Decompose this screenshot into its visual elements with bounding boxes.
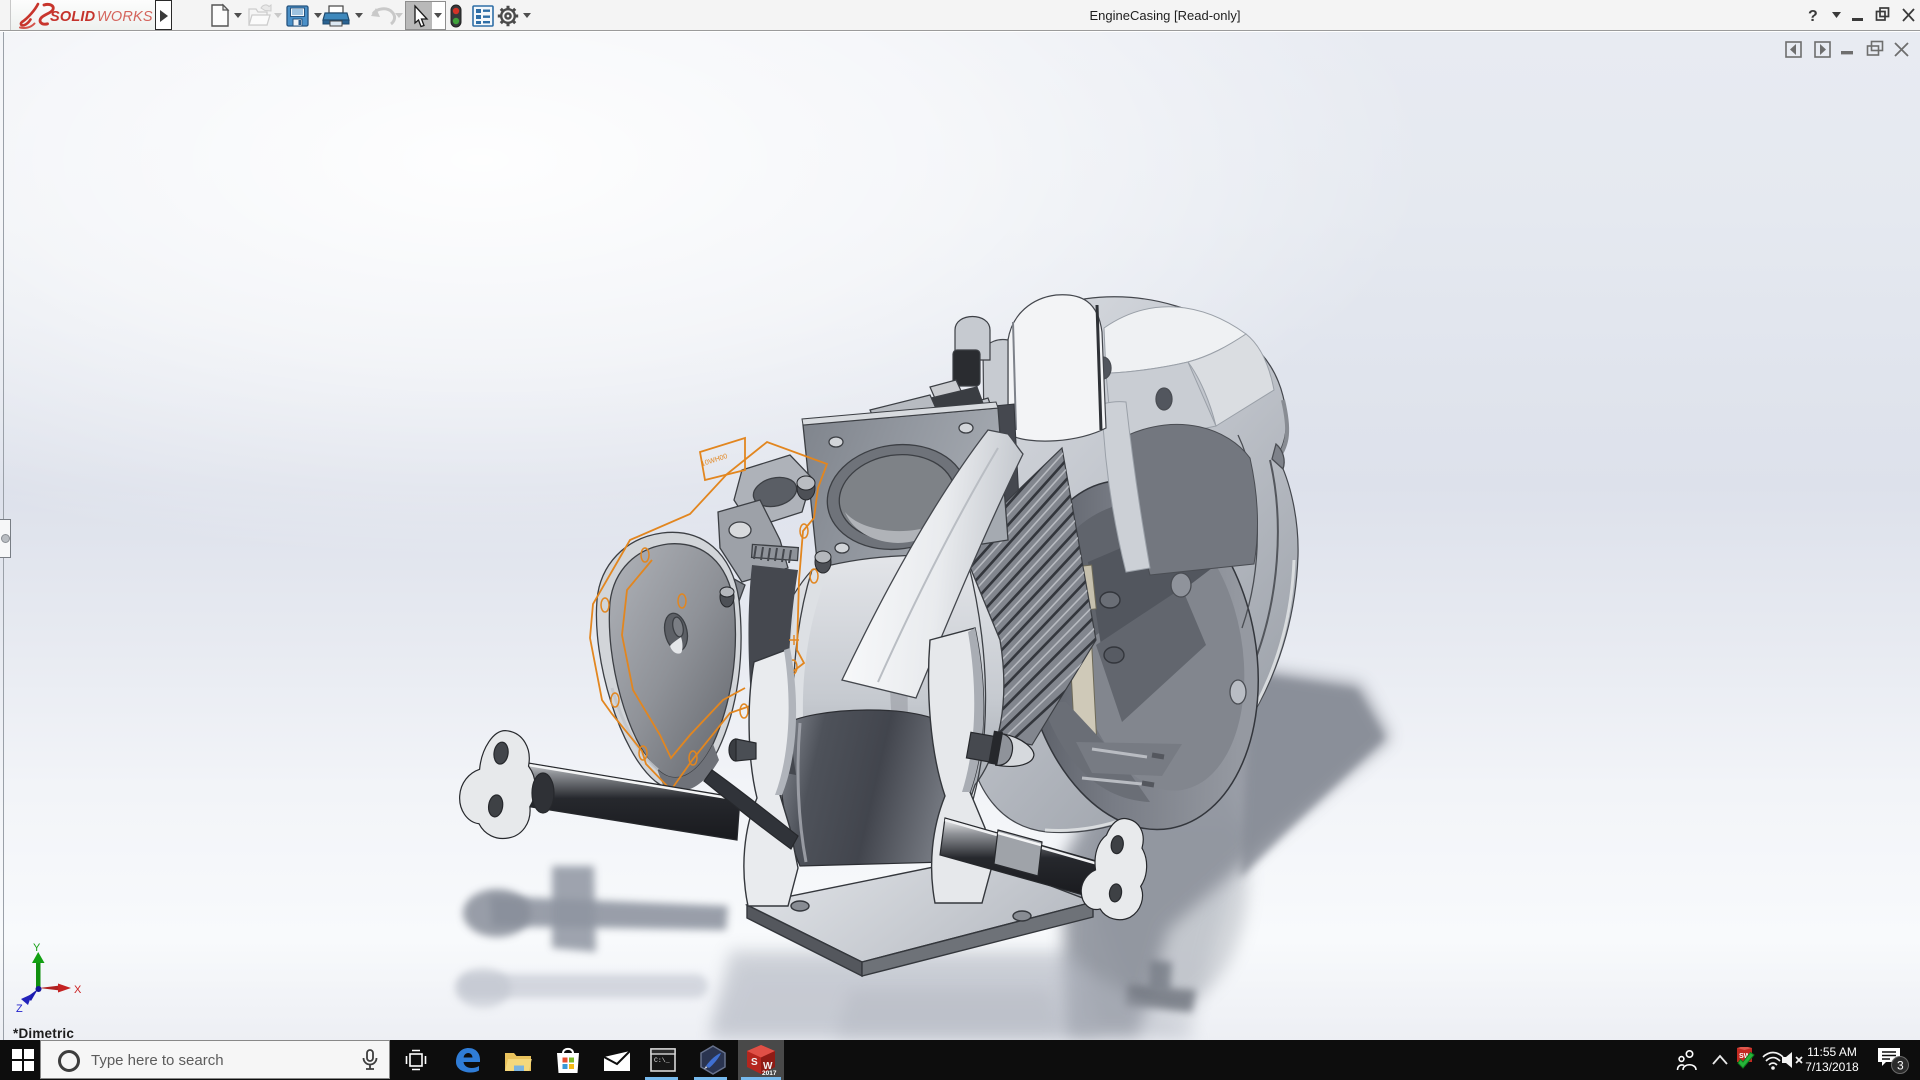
svg-text:S: S [751, 1057, 758, 1068]
svg-text:X: X [74, 984, 82, 996]
svg-text:WORKS: WORKS [97, 9, 153, 25]
svg-text:3: 3 [1897, 1059, 1904, 1073]
svg-text:C:\_: C:\_ [654, 1057, 670, 1064]
svg-text:2017: 2017 [762, 1070, 777, 1077]
svg-text:Y: Y [33, 942, 41, 954]
svg-text:Z: Z [16, 1003, 23, 1015]
svg-text:SOLID: SOLID [50, 9, 96, 25]
svg-text:?: ? [1808, 8, 1818, 25]
